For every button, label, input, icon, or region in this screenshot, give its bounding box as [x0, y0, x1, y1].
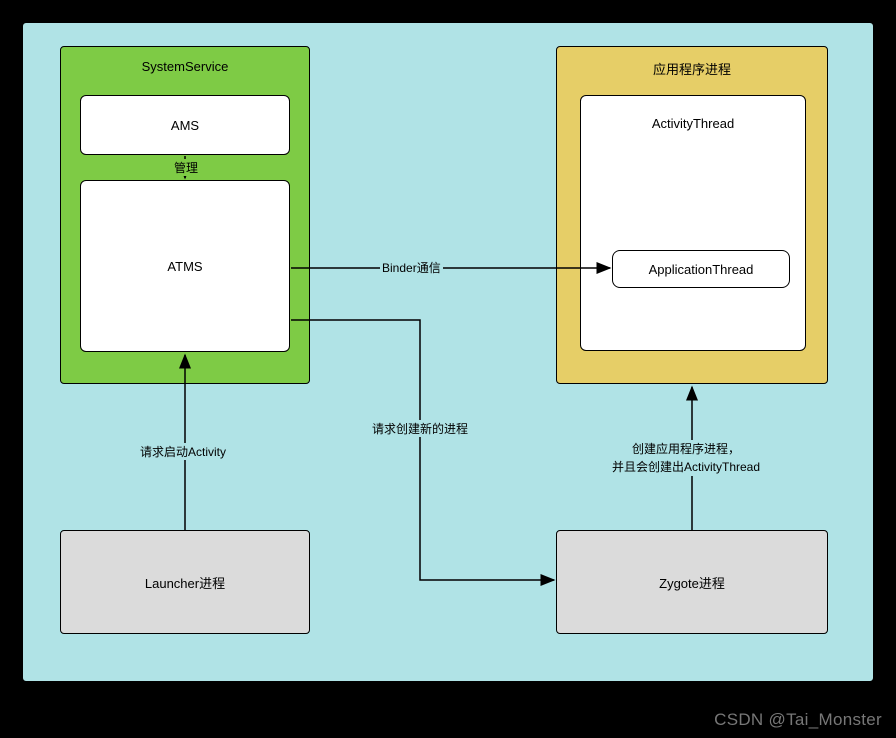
launcher-node: Launcher进程 — [60, 530, 310, 634]
watermark: CSDN @Tai_Monster — [714, 710, 882, 730]
atms-node: ATMS — [80, 180, 290, 352]
edge-label-request-process: 请求创建新的进程 — [370, 420, 470, 437]
edge-label-manage: 管理 — [172, 159, 200, 176]
ams-node: AMS — [80, 95, 290, 155]
activity-thread-label: ActivityThread — [652, 116, 734, 131]
edge-label-create-app-process: 创建应用程序进程， 并且会创建出ActivityThread — [610, 440, 762, 476]
ams-label: AMS — [171, 118, 199, 133]
diagram-canvas: SystemService 应用程序进程 AMS ATMS ActivityTh… — [0, 0, 896, 738]
activity-thread-node: ActivityThread — [580, 95, 806, 351]
system-service-title: SystemService — [61, 59, 309, 74]
atms-label: ATMS — [167, 259, 202, 274]
edge-label-request-activity: 请求启动Activity — [138, 443, 228, 460]
zygote-node: Zygote进程 — [556, 530, 828, 634]
launcher-label: Launcher进程 — [145, 573, 225, 592]
edge-label-binder: Binder通信 — [380, 259, 443, 276]
app-process-title: 应用程序进程 — [557, 59, 827, 78]
zygote-label: Zygote进程 — [659, 573, 725, 592]
application-thread-node: ApplicationThread — [612, 250, 790, 288]
application-thread-label: ApplicationThread — [649, 262, 754, 277]
